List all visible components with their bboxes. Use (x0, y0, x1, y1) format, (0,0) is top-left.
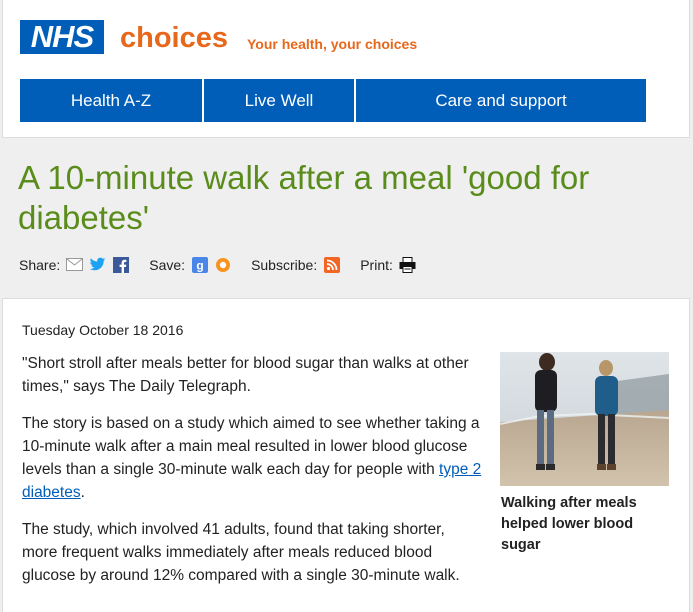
choices-logo[interactable]: choices (120, 22, 228, 54)
body-paragraph: The study, which involved 41 adults, fou… (22, 521, 460, 584)
nhs-logo[interactable]: NHS (20, 20, 104, 54)
nav-health-a-z[interactable]: Health A-Z (20, 79, 204, 122)
main-nav: Health A-Z Live Well Care and support (20, 79, 646, 122)
delicious-icon[interactable] (214, 256, 231, 273)
nav-live-well[interactable]: Live Well (204, 79, 356, 122)
subscribe-label: Subscribe: (251, 256, 318, 273)
twitter-icon[interactable] (89, 256, 106, 273)
rss-icon[interactable] (323, 256, 340, 273)
article-photo (500, 352, 669, 486)
tagline: Your health, your choices (247, 36, 418, 52)
image-caption: Walking after meals helped lower blood s… (501, 495, 637, 553)
print-label: Print: (360, 256, 393, 273)
site-header: NHS choices Your health, your choices He… (2, 0, 690, 138)
share-label: Share: (19, 256, 61, 273)
page-title: A 10-minute walk after a meal 'good for … (18, 159, 590, 236)
nav-care-and-support[interactable]: Care and support (356, 79, 646, 122)
printer-icon[interactable] (399, 256, 416, 273)
article-date: Tuesday October 18 2016 (22, 322, 184, 338)
google-icon[interactable]: g (191, 256, 208, 273)
svg-text:g: g (196, 258, 203, 272)
article-content: Tuesday October 18 2016 "Short stroll af… (2, 298, 690, 612)
intro-paragraph: "Short stroll after meals better for blo… (22, 355, 469, 395)
facebook-icon[interactable] (112, 256, 129, 273)
share-toolbar: Share: Save: g Subscribe: Print: (19, 256, 422, 273)
body-paragraph: The story is based on a study which aime… (22, 415, 482, 501)
save-label: Save: (149, 256, 186, 273)
email-icon[interactable] (66, 256, 84, 273)
